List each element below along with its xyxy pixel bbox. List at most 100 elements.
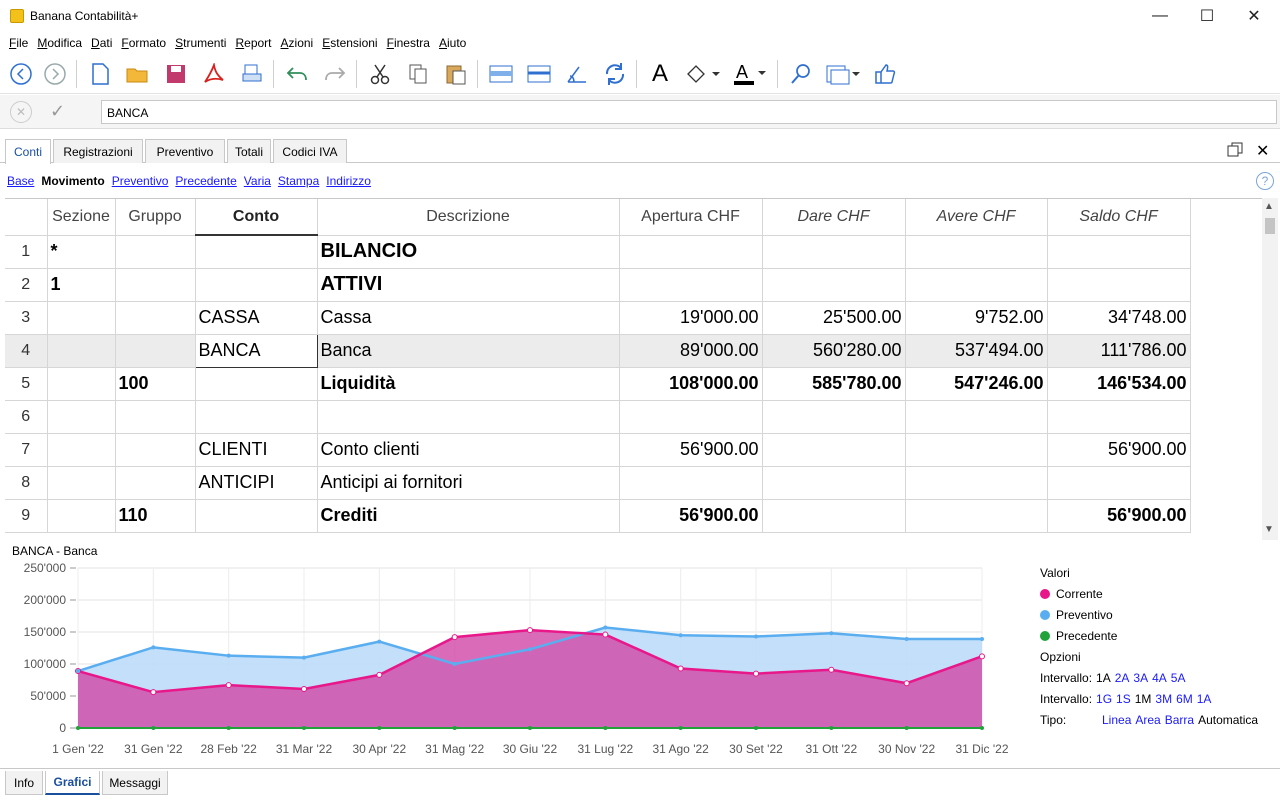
cell-dare[interactable]: 560'280.00 — [762, 334, 906, 368]
cell-saldo[interactable] — [1047, 235, 1191, 269]
cell-avere[interactable]: 547'246.00 — [905, 367, 1048, 401]
paste-icon[interactable] — [441, 59, 471, 89]
cell-descrizione[interactable]: Banca — [317, 334, 620, 368]
cell-sezione[interactable] — [47, 400, 116, 434]
header-sezione[interactable]: Sezione — [47, 199, 116, 236]
cell-saldo[interactable]: 34'748.00 — [1047, 301, 1191, 335]
legend-item-precedente[interactable]: Precedente — [1040, 625, 1258, 646]
interval-1a[interactable]: 1A — [1096, 671, 1111, 685]
menu-file[interactable]: File — [9, 36, 28, 50]
cell-conto[interactable] — [195, 400, 318, 434]
cell-sezione[interactable]: 1 — [47, 268, 116, 302]
close-button[interactable]: ✕ — [1231, 0, 1277, 32]
cell-avere[interactable] — [905, 268, 1048, 302]
cell-dare[interactable] — [762, 466, 906, 500]
cell-saldo[interactable] — [1047, 400, 1191, 434]
cell-gruppo[interactable] — [115, 301, 196, 335]
menu-report[interactable]: Report — [235, 36, 271, 50]
cell-edit-input[interactable]: BANCA — [101, 100, 1277, 124]
cell-conto[interactable] — [195, 499, 318, 533]
cut-icon[interactable] — [365, 59, 395, 89]
header-saldo[interactable]: Saldo CHF — [1047, 199, 1191, 236]
cell-sezione[interactable] — [47, 466, 116, 500]
cell-saldo[interactable]: 111'786.00 — [1047, 334, 1191, 368]
sort-icon[interactable] — [562, 59, 592, 89]
pdf-icon[interactable] — [199, 59, 229, 89]
scroll-thumb[interactable] — [1265, 218, 1275, 234]
legend-item-corrente[interactable]: Corrente — [1040, 583, 1258, 604]
cell-conto-current[interactable]: BANCA — [194, 333, 318, 368]
undo-icon[interactable] — [282, 59, 312, 89]
tab-messaggi[interactable]: Messaggi — [102, 771, 168, 795]
table-row[interactable]: 7 CLIENTI Conto clienti 56'900.00 56'900… — [5, 433, 1191, 467]
cell-apertura[interactable]: 89'000.00 — [619, 334, 763, 368]
fill-color-icon[interactable] — [683, 59, 723, 89]
cell-conto[interactable]: ANTICIPI — [195, 466, 318, 500]
cell-avere[interactable] — [905, 235, 1048, 269]
interval-2a[interactable]: 2A — [1115, 671, 1130, 685]
table-row[interactable]: 5 100 Liquidità 108'000.00 585'780.00 54… — [5, 367, 1191, 401]
cell-dare[interactable]: 25'500.00 — [762, 301, 906, 335]
cell-apertura[interactable] — [619, 235, 763, 269]
interval-1m[interactable]: 1M — [1135, 692, 1152, 706]
table-row[interactable]: 1 * BILANCIO — [5, 235, 1191, 269]
table-row[interactable]: 8 ANTICIPI Anticipi ai fornitori — [5, 466, 1191, 500]
menu-formato[interactable]: Formato — [121, 36, 166, 50]
maximize-button[interactable]: ☐ — [1184, 0, 1230, 32]
tab-conti[interactable]: Conti — [5, 139, 51, 164]
cell-avere[interactable] — [905, 400, 1048, 434]
cell-saldo[interactable] — [1047, 268, 1191, 302]
restore-panel-icon[interactable] — [1226, 141, 1244, 164]
cell-gruppo[interactable] — [115, 334, 196, 368]
tab-registrazioni[interactable]: Registrazioni — [53, 139, 143, 163]
window-icon[interactable] — [824, 59, 862, 89]
redo-icon[interactable] — [320, 59, 350, 89]
cell-descrizione[interactable]: Conto clienti — [317, 433, 620, 467]
cell-dare[interactable] — [762, 499, 906, 533]
view-varia[interactable]: Varia — [244, 174, 271, 188]
cell-avere[interactable] — [905, 433, 1048, 467]
tab-info[interactable]: Info — [5, 771, 43, 795]
save-icon[interactable] — [161, 59, 191, 89]
cell-gruppo[interactable] — [115, 466, 196, 500]
forward-icon[interactable] — [40, 59, 70, 89]
cell-apertura[interactable]: 56'900.00 — [619, 433, 763, 467]
menu-estensioni[interactable]: Estensioni — [322, 36, 377, 50]
minimize-button[interactable]: — — [1137, 0, 1183, 32]
cell-dare[interactable] — [762, 400, 906, 434]
type-automatica[interactable]: Automatica — [1198, 713, 1258, 727]
cell-conto[interactable]: CASSA — [195, 301, 318, 335]
refresh-icon[interactable] — [600, 59, 630, 89]
cell-apertura[interactable]: 56'900.00 — [619, 499, 763, 533]
header-apertura[interactable]: Apertura CHF — [619, 199, 763, 236]
view-precedente[interactable]: Precedente — [175, 174, 236, 188]
header-dare[interactable]: Dare CHF — [762, 199, 906, 236]
table-row[interactable]: 6 — [5, 400, 1191, 434]
table-row[interactable]: 3 CASSA Cassa 19'000.00 25'500.00 9'752.… — [5, 301, 1191, 335]
tab-codici-iva[interactable]: Codici IVA — [273, 139, 347, 163]
view-stampa[interactable]: Stampa — [278, 174, 319, 188]
cell-avere[interactable] — [905, 466, 1048, 500]
interval-3m[interactable]: 3M — [1155, 692, 1172, 706]
cell-apertura[interactable] — [619, 400, 763, 434]
close-panel-icon[interactable]: ✕ — [1256, 141, 1269, 161]
header-avere[interactable]: Avere CHF — [905, 199, 1048, 236]
cell-descrizione[interactable]: BILANCIO — [317, 235, 620, 269]
cell-dare[interactable] — [762, 433, 906, 467]
thumbs-up-icon[interactable] — [870, 59, 900, 89]
cell-apertura[interactable] — [619, 466, 763, 500]
new-file-icon[interactable] — [85, 59, 115, 89]
cell-descrizione[interactable]: Liquidità — [317, 367, 620, 401]
type-barra[interactable]: Barra — [1165, 713, 1194, 727]
cell-saldo[interactable]: 56'900.00 — [1047, 433, 1191, 467]
cell-gruppo[interactable] — [115, 400, 196, 434]
header-descrizione[interactable]: Descrizione — [317, 199, 620, 236]
menu-aiuto[interactable]: Aiuto — [439, 36, 466, 50]
cell-gruppo[interactable] — [115, 433, 196, 467]
cell-avere[interactable]: 537'494.00 — [905, 334, 1048, 368]
cell-conto[interactable]: CLIENTI — [195, 433, 318, 467]
back-icon[interactable] — [6, 59, 36, 89]
delete-row-icon[interactable] — [524, 59, 554, 89]
font-icon[interactable]: A — [645, 59, 675, 89]
table-row-selected[interactable]: 4 BANCA Banca 89'000.00 560'280.00 537'4… — [5, 333, 1191, 368]
